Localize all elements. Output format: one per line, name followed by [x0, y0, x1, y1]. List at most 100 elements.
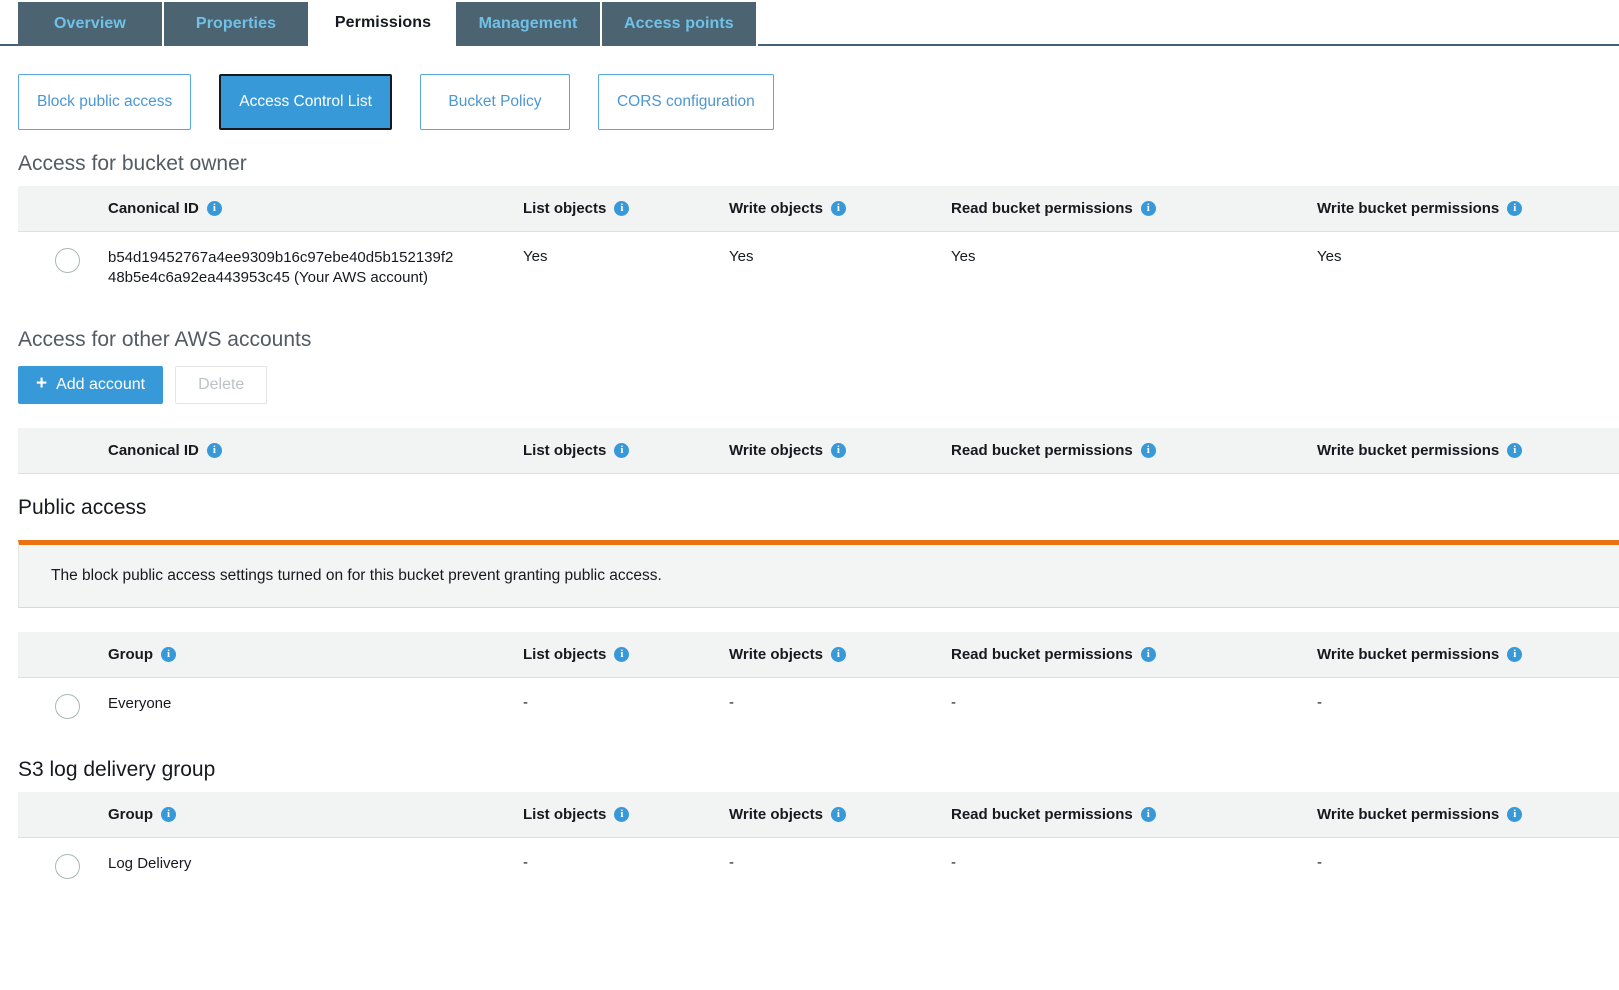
info-icon[interactable]: i: [206, 201, 222, 216]
row-read-bucket-permissions: -: [951, 837, 1317, 896]
table-header-row: Canonical ID i List objects i Write obje…: [18, 427, 1619, 474]
button-access-control-list[interactable]: Access Control List: [219, 74, 392, 130]
info-icon[interactable]: i: [1507, 201, 1523, 216]
info-icon[interactable]: i: [1140, 806, 1156, 822]
row-select-cell: [18, 837, 108, 896]
header-label: Write bucket permissions: [1317, 645, 1500, 663]
info-icon[interactable]: i: [614, 201, 630, 216]
header-label: Canonical ID: [108, 200, 199, 217]
header-select: [18, 427, 108, 474]
header-list-objects: List objects i: [523, 631, 729, 678]
row-name-cell: b54d19452767a4ee9309b16c97ebe40d5b152139…: [108, 231, 523, 306]
header-read-bucket-permissions: Read bucket permissions i: [951, 631, 1317, 678]
info-icon[interactable]: i: [1140, 646, 1156, 662]
row-write-objects: -: [729, 837, 951, 896]
button-label: Access Control List: [239, 93, 372, 110]
header-canonical-id: Canonical ID i: [108, 427, 523, 474]
header-canonical-id: Canonical ID i: [108, 186, 523, 232]
header-label: Read bucket permissions: [951, 200, 1133, 217]
header-write-bucket-permissions: Write bucket permissions i: [1317, 186, 1619, 232]
row-write-objects: Yes: [729, 231, 951, 306]
table-row[interactable]: Log Delivery - - - -: [18, 837, 1619, 896]
info-icon[interactable]: i: [206, 442, 222, 458]
info-icon[interactable]: i: [830, 442, 846, 458]
section-title-other-accounts: Access for other AWS accounts: [18, 327, 312, 351]
public-access-table-body: Everyone - - - -: [18, 677, 1619, 736]
row-list-objects: -: [523, 677, 729, 736]
public-access-table-wrap: Group i List objects i Write objects i R…: [18, 631, 1619, 736]
header-group: Group i: [108, 791, 523, 838]
header-write-objects: Write objects i: [729, 791, 951, 838]
header-label: Write bucket permissions: [1317, 805, 1500, 823]
row-write-bucket-permissions: Yes: [1317, 231, 1619, 306]
other-accounts-table-wrap: Canonical ID i List objects i Write obje…: [18, 427, 1619, 474]
bucket-owner-table-wrap: Canonical ID i List objects i Write obje…: [18, 186, 1619, 306]
radio-button[interactable]: [55, 693, 80, 719]
tab-access-points[interactable]: Access points: [602, 2, 758, 46]
radio-button[interactable]: [55, 248, 80, 273]
section-title-log-delivery: S3 log delivery group: [18, 757, 216, 781]
info-icon[interactable]: i: [830, 201, 846, 216]
header-label: Write bucket permissions: [1317, 200, 1500, 217]
tab-permissions[interactable]: Permissions: [310, 0, 456, 46]
header-label: Read bucket permissions: [951, 441, 1133, 459]
tab-overview[interactable]: Overview: [18, 2, 164, 46]
tab-management[interactable]: Management: [456, 2, 602, 46]
info-icon[interactable]: i: [614, 806, 630, 822]
header-select: [18, 631, 108, 678]
button-block-public-access[interactable]: Block public access: [18, 74, 192, 130]
info-icon[interactable]: i: [161, 806, 176, 822]
delete-button: Delete: [175, 365, 268, 404]
info-icon[interactable]: i: [830, 806, 846, 822]
add-account-button[interactable]: + Add account: [18, 365, 164, 404]
row-read-bucket-permissions: -: [951, 677, 1317, 736]
row-write-bucket-permissions: -: [1317, 677, 1619, 736]
log-delivery-table-wrap: Group i List objects i Write objects i R…: [18, 791, 1619, 896]
row-list-objects: Yes: [523, 231, 729, 306]
header-label: Read bucket permissions: [951, 645, 1133, 663]
log-delivery-table-body: Log Delivery - - - -: [18, 837, 1619, 896]
header-write-objects: Write objects i: [729, 631, 951, 678]
section-title-bucket-owner: Access for bucket owner: [18, 152, 247, 175]
header-label: Write objects: [729, 645, 823, 663]
info-icon[interactable]: i: [830, 646, 846, 662]
info-icon[interactable]: i: [1507, 806, 1523, 822]
header-label: Group: [108, 645, 153, 663]
table-header: Group i List objects i Write objects i R…: [18, 791, 1619, 838]
info-icon[interactable]: i: [1140, 201, 1156, 216]
row-select-cell: [18, 231, 108, 306]
header-label: Write bucket permissions: [1317, 441, 1500, 459]
header-label: Write objects: [729, 805, 823, 823]
tab-label: Properties: [195, 15, 277, 32]
table-header: Group i List objects i Write objects i R…: [18, 631, 1619, 678]
table-row[interactable]: Everyone - - - -: [18, 677, 1619, 736]
header-select: [18, 791, 108, 838]
header-group: Group i: [108, 631, 523, 678]
table-row[interactable]: b54d19452767a4ee9309b16c97ebe40d5b152139…: [18, 231, 1619, 306]
tab-label: Overview: [54, 15, 126, 32]
header-write-bucket-permissions: Write bucket permissions i: [1317, 427, 1619, 474]
row-write-objects: -: [729, 677, 951, 736]
info-icon[interactable]: i: [614, 646, 630, 662]
info-icon[interactable]: i: [614, 442, 630, 458]
info-icon[interactable]: i: [1507, 442, 1523, 458]
tab-properties[interactable]: Properties: [164, 2, 310, 46]
header-list-objects: List objects i: [523, 186, 729, 232]
table-header: Canonical ID i List objects i Write obje…: [18, 427, 1619, 474]
plus-icon: +: [36, 373, 48, 394]
radio-button[interactable]: [55, 853, 80, 879]
info-icon[interactable]: i: [161, 646, 176, 662]
header-label: Canonical ID: [108, 441, 199, 459]
tab-label: Permissions: [334, 14, 432, 31]
info-icon[interactable]: i: [1507, 646, 1523, 662]
header-label: Read bucket permissions: [951, 805, 1133, 823]
header-read-bucket-permissions: Read bucket permissions i: [951, 427, 1317, 474]
section-title-public-access: Public access: [18, 495, 147, 519]
bucket-owner-table: Canonical ID i List objects i Write obje…: [18, 186, 1619, 306]
info-icon[interactable]: i: [1140, 442, 1156, 458]
button-bucket-policy[interactable]: Bucket Policy: [419, 74, 570, 130]
bucket-owner-table-body: b54d19452767a4ee9309b16c97ebe40d5b152139…: [18, 231, 1619, 306]
button-cors-configuration[interactable]: CORS configuration: [597, 74, 774, 130]
tab-label: Management: [478, 15, 578, 32]
alert-message: The block public access settings turned …: [51, 566, 662, 584]
